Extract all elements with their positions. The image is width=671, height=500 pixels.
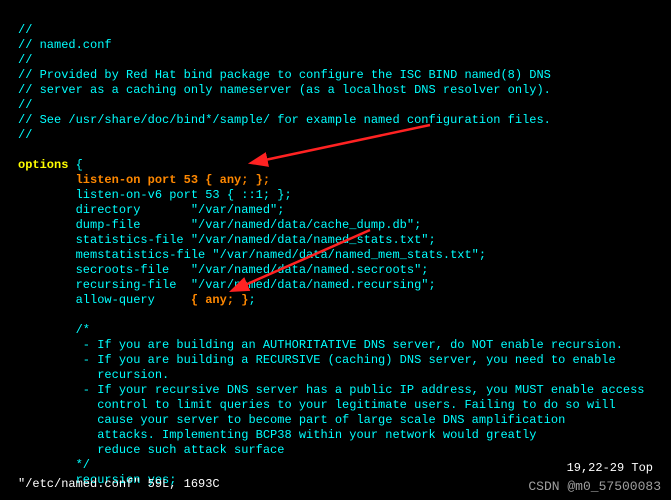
blank-line [18,308,25,322]
block-comment-line: recursion. [18,368,169,382]
config-line: recursing-file "/var/named/data/named.re… [18,278,436,292]
options-keyword: options [18,158,68,172]
comment-line: // [18,53,32,67]
watermark: CSDN @m0_57500083 [528,479,661,494]
block-comment-line: attacks. Implementing BCP38 within your … [18,428,536,442]
config-line: secroots-file "/var/named/data/named.sec… [18,263,428,277]
listen-on-line: listen-on port 53 { any; }; [18,173,270,187]
comment-line: // [18,98,32,112]
vim-status-position: 19,22-29 Top [567,461,653,476]
block-comment-line: /* [18,323,90,337]
vim-status-file: "/etc/named.conf" 59L, 1693C [18,477,220,492]
config-line: directory "/var/named"; [18,203,284,217]
config-line: listen-on-v6 port 53 { ::1; }; [18,188,292,202]
vim-editor[interactable]: // // named.conf // // Provided by Red H… [0,0,671,500]
config-line: statistics-file "/var/named/data/named_s… [18,233,436,247]
comment-line: // Provided by Red Hat bind package to c… [18,68,551,82]
options-line: options { [18,158,83,172]
block-comment-line: cause your server to become part of larg… [18,413,565,427]
comment-line: // server as a caching only nameserver (… [18,83,551,97]
block-comment-line: */ [18,458,90,472]
comment-line: // [18,128,32,142]
comment-line: // [18,23,32,37]
allow-query-line: allow-query { any; }; [18,293,256,307]
block-comment-line: - If you are building an AUTHORITATIVE D… [18,338,623,352]
blank-line [18,143,25,157]
block-comment-line: - If you are building a RECURSIVE (cachi… [18,353,616,367]
comment-line: // named.conf [18,38,112,52]
config-line: dump-file "/var/named/data/cache_dump.db… [18,218,421,232]
comment-line: // See /usr/share/doc/bind*/sample/ for … [18,113,551,127]
config-line: memstatistics-file "/var/named/data/name… [18,248,486,262]
block-comment-line: control to limit queries to your legitim… [18,398,616,412]
block-comment-line: - If your recursive DNS server has a pub… [18,383,645,397]
block-comment-line: reduce such attack surface [18,443,284,457]
